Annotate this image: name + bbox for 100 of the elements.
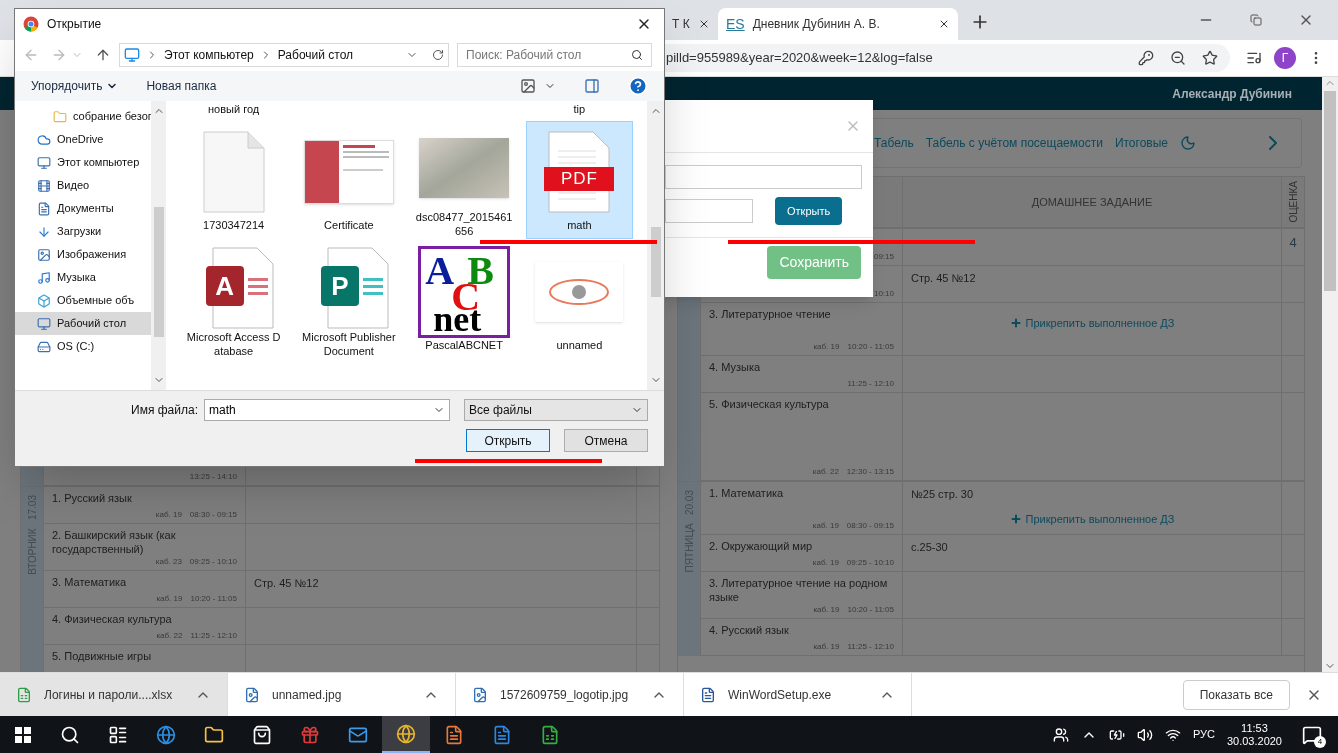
star-icon[interactable] [1202,50,1218,66]
zoom-out-icon[interactable] [1170,50,1186,66]
clock-date: 30.03.2020 [1226,734,1282,748]
nav-pane-item[interactable]: Рабочий стол [15,312,151,335]
store-icon[interactable] [252,724,272,745]
taskview-icon[interactable] [108,724,128,745]
preview-pane-icon[interactable] [584,78,600,94]
image-file-icon [472,686,488,703]
lesson-name: 5. Физическая культура [709,397,830,411]
media-icon[interactable] [1246,50,1262,66]
moon-icon[interactable] [1180,135,1196,151]
file-item[interactable]: A Microsoft Access Database [180,241,288,359]
search-field[interactable]: Поиск: Рабочий стол [457,43,652,67]
search-icon[interactable] [60,724,80,745]
lesson-time: 09:15 [873,251,894,263]
file-item[interactable]: PDF math [525,121,633,239]
browser-tab[interactable]: Т К [664,8,718,40]
computer-icon [124,47,140,63]
lines-icon [247,277,268,295]
browser-logo [23,16,39,32]
site-logo: ES [726,14,745,34]
file-type-select[interactable]: Все файлы [464,399,648,421]
homework-text: с.25-30 [911,540,949,555]
column-header: ДОМАШНЕЕ ЗАДАНИЕ [1031,194,1153,210]
drive-icon [37,339,51,354]
file-item[interactable]: P Microsoft Publisher Document [295,241,403,359]
dialog-title: Открытие [47,16,102,33]
address-path[interactable]: Этот компьютер Рабочий стол [119,43,449,67]
refresh-icon [432,49,444,61]
lesson-name: 1. Русский язык [52,491,133,505]
show-all-button[interactable]: Показать все [1182,679,1290,710]
music-icon [37,270,51,285]
docs-icon [37,201,51,216]
organize-button[interactable]: Упорядочить [31,77,119,95]
file-name-input[interactable]: math [209,401,433,419]
key-icon[interactable] [1138,50,1154,66]
pascalabc-logo: A B C net [418,246,511,338]
scrollbar-thumb[interactable] [1324,91,1336,291]
open-button[interactable]: Открыть [775,197,843,225]
file-item[interactable]: 1730347214 [180,121,288,239]
lesson-time: 10:20 - 11:05 [847,341,894,353]
nav-pane-item[interactable]: OS (C:) [15,335,151,358]
up-icon[interactable] [95,47,111,63]
plus-icon [1009,317,1022,330]
close-icon[interactable] [938,18,950,30]
scrollbar[interactable] [647,101,664,390]
text-input[interactable] [665,165,862,189]
nav-pane-item[interactable]: Этот компьютер [15,151,151,174]
nav-pane-item[interactable]: OneDrive [15,128,151,151]
scrollbar-thumb[interactable] [650,227,661,297]
cancel-button[interactable]: Отмена [564,429,648,452]
grade: 4 [1289,234,1297,252]
file-item[interactable]: A B C net PascalABCNET [410,241,518,359]
notifications-icon[interactable] [1302,724,1322,745]
nav-pane-item[interactable]: Объемные объ [15,289,151,312]
lesson-name: 1. Математика [709,486,785,500]
file-item[interactable]: Certificate [295,121,403,239]
nav-pane-item[interactable]: Видео [15,174,151,197]
lesson-name: 3. Литературное чтение на родном языке [709,576,889,604]
file-item[interactable]: dsc08477_2015461656 [410,121,518,239]
view-icon[interactable] [520,78,536,94]
file-item[interactable]: unnamed [525,241,633,359]
nav-pane-item[interactable]: Документы [15,197,151,220]
room-number: каб. 22 [156,630,183,642]
blank-document-icon [202,131,265,213]
new-folder-button[interactable]: Новая папка [146,77,217,95]
homework-text: Стр. 45 №12 [254,576,320,591]
lesson-time: 12:30 - 13:15 [846,466,894,478]
cloud-icon [37,132,51,147]
downloads-icon [37,224,51,239]
lesson-time: 10:20 - 11:05 [190,593,237,605]
gift-icon[interactable] [300,724,320,745]
search-input[interactable]: Поиск: Рабочий стол [466,46,631,64]
open-button[interactable]: Открыть [466,429,550,452]
nav-pane-item[interactable]: Изображения [15,243,151,266]
lesson-name: 4. Музыка [709,360,762,374]
language-indicator[interactable]: РУС [1192,726,1215,743]
profile-avatar[interactable]: Г [1274,47,1296,69]
volume-icon[interactable] [1136,726,1153,743]
scrollbar-thumb[interactable] [153,207,164,337]
word-file-icon [700,686,716,703]
scrollbar[interactable] [1322,77,1338,672]
nav-pane-item[interactable]: Загрузки [15,220,151,243]
close-icon[interactable] [698,18,710,30]
file-input[interactable] [665,199,753,223]
file-name-field[interactable]: math [204,399,450,421]
app-letter-tile: A [205,266,244,306]
lesson-time: 11:25 - 12:10 [190,630,237,642]
lesson-name: 3. Литературное чтение [709,307,832,321]
restore-icon[interactable] [1250,14,1262,26]
nav-pane-item[interactable]: Музыка [15,266,151,289]
browser-tab[interactable]: ES Дневник Дубинин А. В. [718,8,958,40]
people-icon[interactable] [1052,726,1069,743]
scrollbar[interactable] [151,101,166,390]
explorer-icon[interactable] [204,724,224,745]
homework-text: Стр. 45 №12 [911,271,977,286]
help-icon[interactable] [628,76,648,96]
download-item[interactable]: Логины и пароли....xlsx [0,673,228,716]
lesson-name: 5. Подвижные игры [52,649,153,663]
field-label: Имя файла: [131,402,198,419]
